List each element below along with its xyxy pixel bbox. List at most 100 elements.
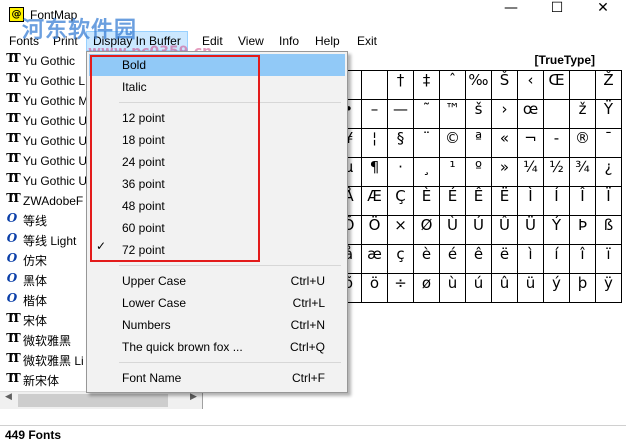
- char-cell[interactable]: ©: [440, 129, 466, 158]
- char-cell[interactable]: ¼: [518, 158, 544, 187]
- menu-help[interactable]: Help: [309, 32, 346, 50]
- menu-item-36-point[interactable]: 36 point: [89, 173, 345, 195]
- char-cell[interactable]: ù: [440, 274, 466, 303]
- char-cell[interactable]: ý: [544, 274, 570, 303]
- menu-item-48-point[interactable]: 48 point: [89, 195, 345, 217]
- menu-item-24-point[interactable]: 24 point: [89, 151, 345, 173]
- char-cell[interactable]: [570, 71, 596, 100]
- char-cell[interactable]: ·: [388, 158, 414, 187]
- char-cell[interactable]: ‡: [414, 71, 440, 100]
- char-cell[interactable]: ß: [596, 216, 622, 245]
- char-cell[interactable]: é: [440, 245, 466, 274]
- char-cell[interactable]: ÿ: [596, 274, 622, 303]
- char-cell[interactable]: ×: [388, 216, 414, 245]
- char-cell[interactable]: ç: [388, 245, 414, 274]
- char-cell[interactable]: Ç: [388, 187, 414, 216]
- char-cell[interactable]: –: [362, 100, 388, 129]
- char-cell[interactable]: ª: [466, 129, 492, 158]
- char-cell[interactable]: Ë: [492, 187, 518, 216]
- char-cell[interactable]: ˆ: [440, 71, 466, 100]
- char-cell[interactable]: ½: [544, 158, 570, 187]
- char-cell[interactable]: ö: [362, 274, 388, 303]
- char-cell[interactable]: ì: [518, 245, 544, 274]
- char-cell[interactable]: Û: [492, 216, 518, 245]
- char-cell[interactable]: Ý: [544, 216, 570, 245]
- menu-info[interactable]: Info: [273, 32, 305, 50]
- char-cell[interactable]: ˜: [414, 100, 440, 129]
- char-cell[interactable]: ÷: [388, 274, 414, 303]
- char-cell[interactable]: -: [544, 129, 570, 158]
- char-cell[interactable]: ¾: [570, 158, 596, 187]
- char-cell[interactable]: ‹: [518, 71, 544, 100]
- char-cell[interactable]: ¿: [596, 158, 622, 187]
- char-cell[interactable]: ‰: [466, 71, 492, 100]
- char-cell[interactable]: Ö: [362, 216, 388, 245]
- char-cell[interactable]: þ: [570, 274, 596, 303]
- char-cell[interactable]: Ê: [466, 187, 492, 216]
- menu-item-60-point[interactable]: 60 point: [89, 217, 345, 239]
- maximize-button[interactable]: ☐: [534, 0, 580, 30]
- char-cell[interactable]: Ï: [596, 187, 622, 216]
- char-cell[interactable]: š: [466, 100, 492, 129]
- char-cell[interactable]: Ù: [440, 216, 466, 245]
- char-cell[interactable]: ¸: [414, 158, 440, 187]
- char-cell[interactable]: ¦: [362, 129, 388, 158]
- char-cell[interactable]: §: [388, 129, 414, 158]
- char-cell[interactable]: Œ: [544, 71, 570, 100]
- char-cell[interactable]: Ÿ: [596, 100, 622, 129]
- menu-item-upper-case[interactable]: Upper Case Ctrl+U: [89, 270, 345, 292]
- char-cell[interactable]: Ž: [596, 71, 622, 100]
- char-cell[interactable]: «: [492, 129, 518, 158]
- char-cell[interactable]: ¬: [518, 129, 544, 158]
- char-cell[interactable]: [362, 71, 388, 100]
- char-cell[interactable]: Ø: [414, 216, 440, 245]
- scroll-left-icon[interactable]: ◀: [0, 392, 17, 409]
- menu-item-font-name[interactable]: Font Name Ctrl+F: [89, 367, 345, 389]
- char-cell[interactable]: Ú: [466, 216, 492, 245]
- char-cell[interactable]: Š: [492, 71, 518, 100]
- char-cell[interactable]: ú: [466, 274, 492, 303]
- char-cell[interactable]: ë: [492, 245, 518, 274]
- char-cell[interactable]: ›: [492, 100, 518, 129]
- char-cell[interactable]: ¶: [362, 158, 388, 187]
- menu-item-italic[interactable]: Italic: [89, 76, 345, 98]
- menu-item-lower-case[interactable]: Lower Case Ctrl+L: [89, 292, 345, 314]
- char-cell[interactable]: Ü: [518, 216, 544, 245]
- char-cell[interactable]: ê: [466, 245, 492, 274]
- menu-item-bold[interactable]: Bold: [89, 54, 345, 76]
- font-list-hscrollbar[interactable]: ◀ ▶: [0, 391, 202, 409]
- char-cell[interactable]: È: [414, 187, 440, 216]
- char-cell[interactable]: æ: [362, 245, 388, 274]
- char-cell[interactable]: [544, 100, 570, 129]
- char-cell[interactable]: ø: [414, 274, 440, 303]
- char-cell[interactable]: †: [388, 71, 414, 100]
- minimize-button[interactable]: —: [488, 0, 534, 30]
- char-cell[interactable]: Þ: [570, 216, 596, 245]
- menu-exit[interactable]: Exit: [351, 32, 383, 50]
- menu-item-numbers[interactable]: Numbers Ctrl+N: [89, 314, 345, 336]
- char-cell[interactable]: É: [440, 187, 466, 216]
- char-cell[interactable]: ™: [440, 100, 466, 129]
- char-cell[interactable]: ¨: [414, 129, 440, 158]
- char-cell[interactable]: ¯: [596, 129, 622, 158]
- char-cell[interactable]: Ì: [518, 187, 544, 216]
- menu-item-12-point[interactable]: 12 point: [89, 107, 345, 129]
- scroll-thumb[interactable]: [18, 394, 168, 407]
- char-cell[interactable]: ü: [518, 274, 544, 303]
- char-cell[interactable]: Î: [570, 187, 596, 216]
- char-cell[interactable]: œ: [518, 100, 544, 129]
- char-cell[interactable]: î: [570, 245, 596, 274]
- char-cell[interactable]: »: [492, 158, 518, 187]
- char-cell[interactable]: —: [388, 100, 414, 129]
- char-cell[interactable]: ¹: [440, 158, 466, 187]
- char-cell[interactable]: Í: [544, 187, 570, 216]
- menu-item-72-point[interactable]: ✓ 72 point: [89, 239, 345, 261]
- char-cell[interactable]: í: [544, 245, 570, 274]
- char-cell[interactable]: û: [492, 274, 518, 303]
- menu-view[interactable]: View: [232, 32, 270, 50]
- char-cell[interactable]: ®: [570, 129, 596, 158]
- menu-item-quick-brown-fox[interactable]: The quick brown fox ... Ctrl+Q: [89, 336, 345, 358]
- char-cell[interactable]: Æ: [362, 187, 388, 216]
- scroll-right-icon[interactable]: ▶: [185, 392, 202, 409]
- char-cell[interactable]: º: [466, 158, 492, 187]
